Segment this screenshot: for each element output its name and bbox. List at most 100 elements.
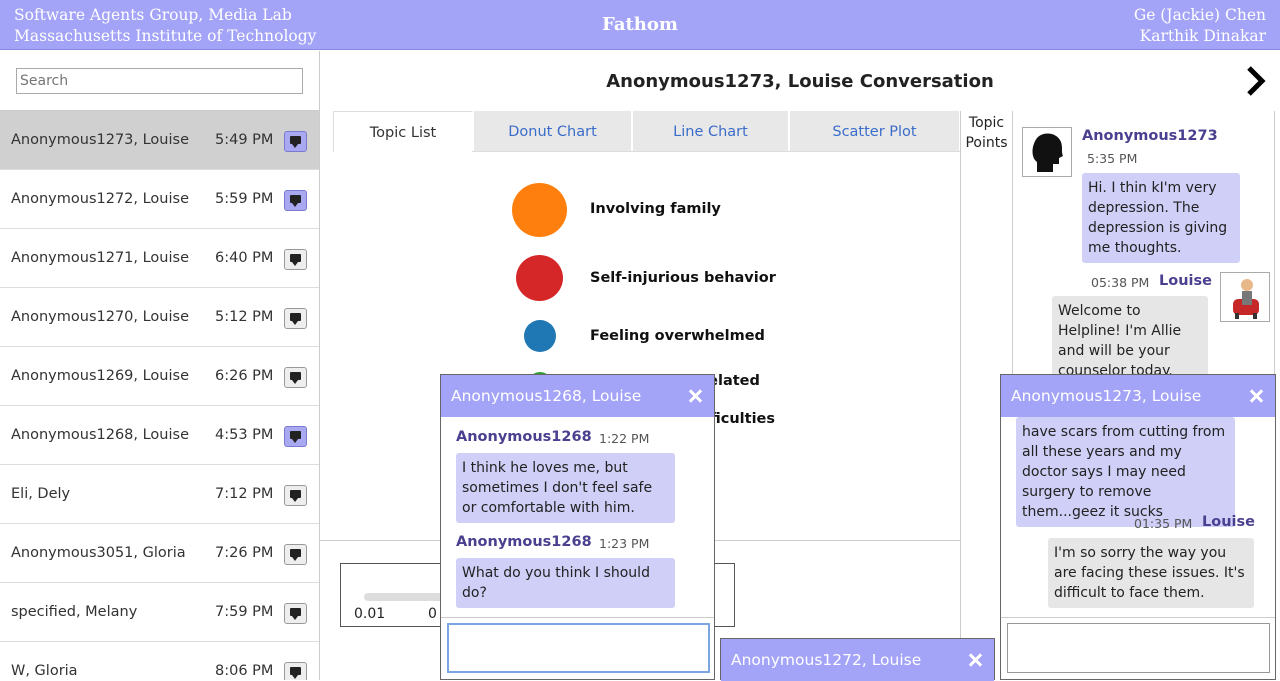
search-input[interactable]	[16, 68, 303, 94]
popup-divider	[441, 617, 714, 618]
topic-points-label: Topic Points	[965, 115, 1008, 151]
slider-min-label: 0.01	[354, 606, 386, 622]
message-bubble: Hi. I thin kI'm very depression. The dep…	[1082, 173, 1240, 263]
conversation-name: W, Gloria	[11, 663, 78, 679]
conversation-time: 7:59 PM	[215, 604, 274, 620]
app-header: Software Agents Group, Media Lab Massach…	[0, 0, 1280, 50]
message-bubble: I'm so sorry the way you are facing thes…	[1048, 538, 1254, 608]
tab-line-chart[interactable]: Line Chart	[633, 111, 789, 152]
head-silhouette-icon	[1032, 133, 1063, 172]
message-bubble: What do you think I should do?	[456, 558, 675, 608]
chat-popup-minimized[interactable]: Anonymous1272, Louise	[720, 638, 995, 681]
conversation-time: 8:06 PM	[215, 663, 274, 679]
chat-bubble-icon[interactable]	[284, 308, 307, 329]
topic-dot	[516, 255, 563, 301]
message-bubble: Welcome to Helpline! I'm Allie and will …	[1052, 296, 1208, 381]
conversation-time: 5:49 PM	[215, 132, 274, 148]
chat-transcript[interactable]: Anonymous1273 5:35 PM Hi. I thin kI'm ve…	[1013, 111, 1275, 381]
user-avatar	[1022, 127, 1072, 177]
conversation-time: 5:12 PM	[215, 309, 274, 325]
message-time: 1:23 PM	[599, 536, 650, 551]
close-icon[interactable]	[1247, 387, 1265, 405]
conversation-time: 4:53 PM	[215, 427, 274, 443]
conversation-name: Anonymous1273, Louise	[11, 132, 190, 148]
message-sender: Anonymous1268	[456, 534, 592, 550]
conversation-time: 5:59 PM	[215, 191, 274, 207]
popup-title: Anonymous1272, Louise	[731, 651, 922, 669]
chat-bubble-icon[interactable]	[284, 544, 307, 565]
message-sender: Anonymous1273	[1082, 128, 1218, 144]
message-time: 5:35 PM	[1087, 151, 1138, 166]
topic-dot	[524, 320, 556, 352]
popup-title: Anonymous1268, Louise	[451, 387, 642, 405]
view-tabs: Topic List Donut Chart Line Chart Scatte…	[333, 111, 960, 152]
chat-bubble-icon[interactable]	[284, 367, 307, 388]
topic-label: Self-injurious behavior	[590, 270, 776, 286]
topic-label: Feeling overwhelmed	[590, 328, 765, 344]
chat-bubble-icon[interactable]	[284, 249, 307, 270]
conversation-item[interactable]: Anonymous1270, Louise 5:12 PM	[0, 288, 319, 347]
conversation-time: 7:12 PM	[215, 486, 274, 502]
conversation-name: Anonymous1272, Louise	[11, 191, 190, 207]
chevron-right-icon[interactable]	[1240, 63, 1274, 99]
conversation-name: Eli, Dely	[11, 486, 71, 502]
message-time: 01:35 PM	[1134, 516, 1193, 531]
author-name: Ge (Jackie) Chen	[1133, 6, 1266, 24]
tab-scatter-plot[interactable]: Scatter Plot	[790, 111, 960, 152]
popup-header[interactable]: Anonymous1273, Louise	[1001, 375, 1275, 417]
conversation-item[interactable]: W, Gloria 8:06 PM	[0, 642, 319, 680]
conversation-sidebar: Anonymous1273, Louise 5:49 PM Anonymous1…	[0, 51, 320, 680]
conversation-name: Anonymous3051, Gloria	[11, 545, 186, 561]
app-title: Fathom	[602, 14, 678, 35]
author-name: Karthik Dinakar	[1139, 27, 1266, 45]
popup-title: Anonymous1273, Louise	[1011, 387, 1202, 405]
counselor-avatar	[1220, 272, 1270, 322]
message-input[interactable]	[1007, 623, 1270, 673]
chat-popup: Anonymous1268, Louise Anonymous1268 1:22…	[440, 374, 715, 680]
conversation-item[interactable]: Anonymous1271, Louise 6:40 PM	[0, 229, 319, 288]
topic-label: Involving family	[590, 201, 721, 217]
chat-bubble-icon[interactable]	[284, 426, 307, 447]
conversation-title: Anonymous1273, Louise Conversation	[606, 71, 994, 92]
conversation-name: Anonymous1268, Louise	[11, 427, 190, 443]
conversation-name: specified, Melany	[11, 604, 138, 620]
message-time: 1:22 PM	[599, 431, 650, 446]
chat-bubble-icon[interactable]	[284, 603, 307, 624]
popup-divider	[1001, 617, 1275, 618]
message-input[interactable]	[447, 623, 710, 673]
chat-bubble-icon[interactable]	[284, 662, 307, 680]
chat-bubble-icon[interactable]	[284, 190, 307, 211]
tab-topic-list[interactable]: Topic List	[333, 111, 473, 152]
conversation-time: 7:26 PM	[215, 545, 274, 561]
threshold-slider[interactable]	[364, 593, 444, 601]
search-area	[0, 51, 319, 111]
conversation-item[interactable]: Anonymous1268, Louise 4:53 PM	[0, 406, 319, 465]
popup-header[interactable]: Anonymous1272, Louise	[721, 639, 994, 681]
slider-max-label: 0	[428, 606, 437, 622]
conversation-item[interactable]: Anonymous1272, Louise 5:59 PM	[0, 170, 319, 229]
message-bubble: have scars from cutting from all these y…	[1016, 417, 1235, 527]
chat-bubble-icon[interactable]	[284, 131, 307, 152]
conversation-item[interactable]: Anonymous3051, Gloria 7:26 PM	[0, 524, 319, 583]
conversation-name: Anonymous1270, Louise	[11, 309, 190, 325]
chat-popup: Anonymous1273, Louise have scars from cu…	[1000, 374, 1276, 680]
conversation-item[interactable]: Eli, Dely 7:12 PM	[0, 465, 319, 524]
tab-donut-chart[interactable]: Donut Chart	[474, 111, 632, 152]
chat-bubble-icon[interactable]	[284, 485, 307, 506]
conversation-item[interactable]: specified, Melany 7:59 PM	[0, 583, 319, 642]
counselor-figure-icon	[1233, 279, 1259, 319]
message-bubble: I think he loves me, but sometimes I don…	[456, 453, 675, 523]
conversation-name: Anonymous1271, Louise	[11, 250, 190, 266]
conversation-name: Anonymous1269, Louise	[11, 368, 190, 384]
topic-label: ficulties	[710, 411, 776, 427]
topic-dot	[512, 183, 567, 237]
popup-header[interactable]: Anonymous1268, Louise	[441, 375, 714, 417]
message-sender: Louise	[1202, 514, 1255, 530]
message-time: 05:38 PM	[1091, 275, 1150, 290]
close-icon[interactable]	[966, 651, 984, 669]
conversation-item[interactable]: Anonymous1273, Louise 5:49 PM	[0, 111, 319, 170]
tab-divider	[472, 151, 960, 152]
authors: Ge (Jackie) Chen Karthik Dinakar	[1134, 5, 1266, 47]
conversation-item[interactable]: Anonymous1269, Louise 6:26 PM	[0, 347, 319, 406]
close-icon[interactable]	[686, 387, 704, 405]
